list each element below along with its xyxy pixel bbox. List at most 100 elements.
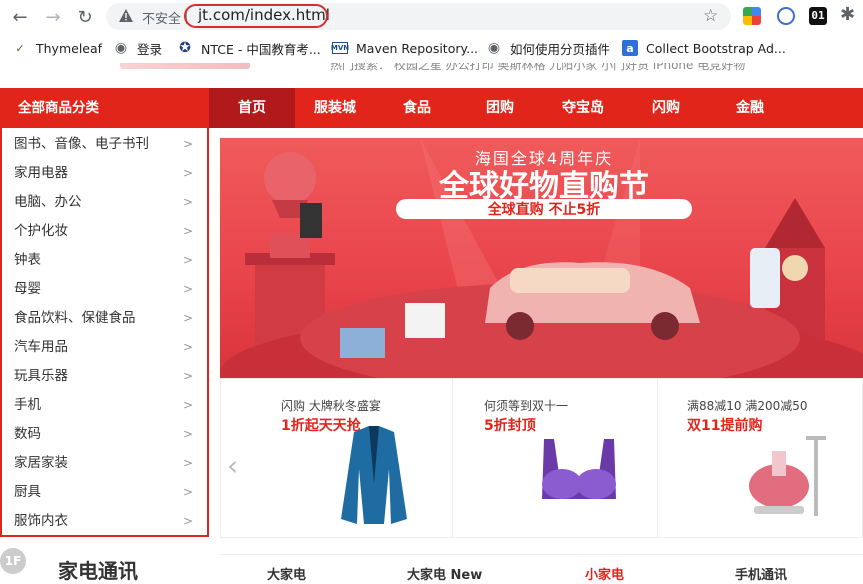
chevron-right-icon: > <box>182 427 193 441</box>
collect-icon: a <box>622 40 638 56</box>
bookmark-label: NTCE - 中国教育考... <box>201 41 321 57</box>
category-label: 电脑、办公 <box>14 194 82 210</box>
chevron-right-icon: > <box>182 485 193 499</box>
floor-badge: 1F <box>0 548 26 574</box>
floor-header: 1F 家电通讯 大家电 大家电 New 小家电 手机通讯 <box>0 548 863 583</box>
all-categories-title[interactable]: 全部商品分类 <box>0 88 209 128</box>
carousel-prev-icon[interactable]: ‹ <box>227 449 238 482</box>
promo-title: 5折封顶 <box>484 418 536 434</box>
category-label: 手机 <box>14 397 41 413</box>
banner-pill-text: 全球直购 不止5折 <box>487 201 601 218</box>
chevron-right-icon: > <box>182 224 193 238</box>
hot-search-links[interactable]: 热门搜索： 校园之星 办公打印 奥斯林格 九阳小家 小门好货 iPhone 电竞… <box>330 63 745 73</box>
bookmark-label: 登录 <box>137 41 163 57</box>
floor-divider <box>220 554 863 555</box>
category-label: 服饰内衣 <box>14 513 68 529</box>
back-arrow-icon[interactable]: ← <box>9 6 31 28</box>
address-bar[interactable]: 不安全 jt.com/index.html ☆ <box>106 3 731 30</box>
nav-food[interactable]: 食品 <box>377 88 457 128</box>
promo-subtitle: 闪购 大牌秋冬盛宴 <box>281 399 381 413</box>
chevron-right-icon: > <box>182 398 193 412</box>
floor-tab[interactable]: 大家电 <box>267 564 306 583</box>
steamer-product-image <box>749 436 826 516</box>
category-item[interactable]: 图书、音像、电子书刊 > <box>14 130 199 159</box>
bookmark-pagination[interactable]: ◉ 如何使用分页插件 <box>486 39 610 57</box>
emblem-icon: ✪ <box>179 40 191 56</box>
promo-subtitle: 满88减10 满200减50 <box>687 399 808 413</box>
floor-tab[interactable]: 手机通讯 <box>735 564 787 583</box>
category-item[interactable]: 钟表 > <box>14 246 199 275</box>
extensions-puzzle-icon[interactable]: ✱ <box>840 6 858 24</box>
chevron-right-icon: > <box>182 340 193 354</box>
warning-icon[interactable] <box>118 8 134 24</box>
category-sidebar: 图书、音像、电子书刊 > 家用电器 > 电脑、办公 > 个护化妆 > 钟表 > 母婴 > 食… <box>0 128 209 537</box>
chevron-right-icon: > <box>182 282 193 296</box>
bookmark-login[interactable]: ◉ 登录 <box>113 39 162 57</box>
category-item[interactable]: 母婴 > <box>14 275 199 304</box>
chevron-right-icon: > <box>182 195 193 209</box>
nav-clothing[interactable]: 服装城 <box>295 88 375 128</box>
category-label: 个护化妆 <box>14 223 68 239</box>
banner-artwork: 海国全球4周年庆 全球好物直购节 全球直购 不止5折 <box>220 138 863 378</box>
bookmark-label: Maven Repository... <box>356 40 479 56</box>
bookmark-thymeleaf[interactable]: ✓ Thymeleaf <box>12 39 102 57</box>
category-item[interactable]: 家居家装 > <box>14 449 199 478</box>
category-label: 家用电器 <box>14 165 68 181</box>
bookmark-label: Thymeleaf <box>36 40 103 56</box>
page-top-strip: 热门搜索： 校园之星 办公打印 奥斯林格 九阳小家 小门好货 iPhone 电竞… <box>0 63 863 79</box>
bookmark-star-icon[interactable]: ☆ <box>703 6 718 26</box>
promo-banner[interactable]: 海国全球4周年庆 全球好物直购节 全球直购 不止5折 <box>220 138 863 378</box>
category-label: 食品饮料、保健食品 <box>14 310 136 326</box>
promo-tile[interactable]: 满88减10 满200减50 双11提前购 <box>659 379 863 537</box>
category-label: 厨具 <box>14 484 41 500</box>
floor-tab[interactable]: 大家电 New <box>407 564 482 583</box>
lingerie-product-image <box>542 439 616 499</box>
category-item[interactable]: 服饰内衣 > <box>14 507 199 536</box>
browser-toolbar: ← → ↻ 不安全 jt.com/index.html ☆ 01 ✱ <box>0 0 863 33</box>
chevron-right-icon: > <box>182 456 193 470</box>
banner-top-line: 海国全球4周年庆 <box>475 149 613 168</box>
category-item[interactable]: 数码 > <box>14 420 199 449</box>
category-item[interactable]: 家用电器 > <box>14 159 199 188</box>
main-navbar: 全部商品分类 首页 服装城 食品 团购 夺宝岛 闪购 金融 <box>0 88 863 128</box>
category-item[interactable]: 手机 > <box>14 391 199 420</box>
category-label: 数码 <box>14 426 41 442</box>
category-label: 母婴 <box>14 281 41 297</box>
extension-colorful-icon[interactable] <box>743 7 761 25</box>
bookmark-bootstrap[interactable]: a Collect Bootstrap Ad... <box>622 39 786 57</box>
jacket-product-image <box>341 426 407 524</box>
promo-tile[interactable]: 闪购 大牌秋冬盛宴 1折起天天抢 <box>249 379 453 537</box>
banner-headline: 全球好物直购节 <box>438 169 649 204</box>
insecure-label[interactable]: 不安全 <box>142 8 181 27</box>
forward-arrow-icon[interactable]: → <box>42 6 64 28</box>
floor-title: 家电通讯 <box>58 559 138 583</box>
promo-tile[interactable]: 何须等到双十一 5折封顶 <box>454 379 658 537</box>
category-item[interactable]: 汽车用品 > <box>14 333 199 362</box>
nav-groupbuy[interactable]: 团购 <box>460 88 540 128</box>
category-item[interactable]: 电脑、办公 > <box>14 188 199 217</box>
nav-home[interactable]: 首页 <box>209 88 295 128</box>
bookmark-ntce[interactable]: ✪ NTCE - 中国教育考... <box>177 39 321 57</box>
extension-globe-icon[interactable] <box>777 7 795 25</box>
globe-icon: ◉ <box>114 40 128 56</box>
category-label: 汽车用品 <box>14 339 68 355</box>
nav-finance[interactable]: 金融 <box>710 88 790 128</box>
chevron-right-icon: > <box>182 369 193 383</box>
category-item[interactable]: 食品饮料、保健食品 > <box>14 304 199 333</box>
bookmark-maven[interactable]: MVN Maven Repository... <box>331 39 479 57</box>
category-item[interactable]: 个护化妆 > <box>14 217 199 246</box>
reload-icon[interactable]: ↻ <box>74 6 96 28</box>
bookmark-label: Collect Bootstrap Ad... <box>646 40 786 56</box>
url-highlight-circle <box>184 4 328 28</box>
bookmark-label: 如何使用分页插件 <box>510 41 611 57</box>
category-item[interactable]: 玩具乐器 > <box>14 362 199 391</box>
nav-flash[interactable]: 闪购 <box>626 88 706 128</box>
leaf-icon: ✓ <box>15 41 25 55</box>
category-label: 图书、音像、电子书刊 <box>14 136 149 152</box>
nav-treasure[interactable]: 夺宝岛 <box>543 88 623 128</box>
floor-tab-active[interactable]: 小家电 <box>585 564 624 583</box>
chevron-right-icon: > <box>182 137 193 151</box>
category-item[interactable]: 厨具 > <box>14 478 199 507</box>
chevron-right-icon: > <box>182 253 193 267</box>
extension-badge-icon[interactable]: 01 <box>809 7 827 25</box>
